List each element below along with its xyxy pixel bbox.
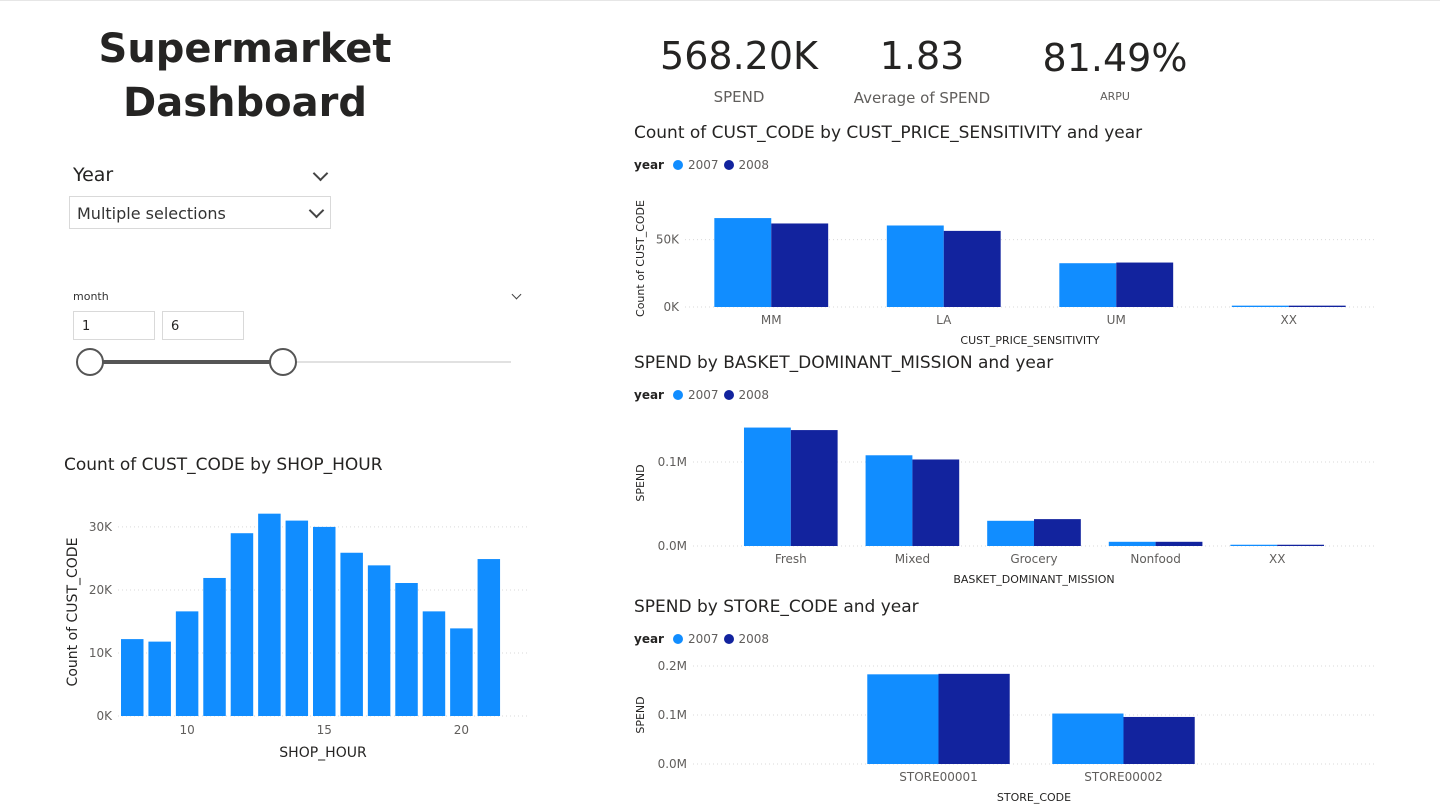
sens-bar-2007 (1059, 263, 1117, 307)
sens-bar-2007 (886, 225, 944, 307)
hour-bar (258, 513, 281, 716)
hour-x-tick-label: 10 (179, 723, 194, 737)
mission-bar-2007 (987, 520, 1034, 546)
mission-x-tick-label: Grocery (1010, 552, 1057, 566)
hour-bar (477, 559, 501, 716)
hour-bar (203, 577, 226, 716)
hour-bar (395, 583, 418, 716)
mission-y-axis-title: SPEND (634, 464, 647, 501)
hour-y-axis-title: Count of CUST_CODE (65, 538, 81, 687)
sens-x-tick-label: LA (936, 313, 952, 327)
sens-bar-2008 (1116, 262, 1174, 307)
sens-x-tick-label: UM (1107, 313, 1126, 327)
hour-bar (121, 639, 144, 716)
hour-bar (148, 641, 171, 716)
sens-bar-2008 (771, 223, 829, 307)
mission-bar-2007 (1108, 541, 1156, 546)
mission-bar-2007 (865, 455, 913, 546)
sens-bar-2008 (943, 230, 1001, 307)
hour-bar (175, 611, 199, 716)
mission-bar-2008 (1277, 544, 1325, 546)
hour-y-tick-label: 10K (89, 646, 113, 660)
mission-bar-2008 (1034, 519, 1081, 546)
hour-x-axis-title: SHOP_HOUR (279, 745, 367, 761)
hour-bar (450, 628, 473, 716)
mission-bar-2008 (912, 459, 960, 546)
store-bar-2008 (938, 673, 1010, 764)
sens-y-tick-label: 0K (663, 300, 680, 314)
mission-y-tick-label: 0.1M (658, 455, 687, 469)
store-y-tick-label: 0.0M (658, 757, 687, 771)
hour-bar (367, 565, 391, 716)
store-x-tick-label: STORE00002 (1084, 770, 1163, 784)
mission-x-axis-title: BASKET_DOMINANT_MISSION (953, 573, 1114, 586)
hour-y-tick-label: 0K (96, 709, 113, 723)
hour-bar (230, 533, 254, 716)
hour-bar (285, 520, 309, 716)
mission-y-tick-label: 0.0M (658, 539, 687, 553)
store-y-axis-title: SPEND (634, 696, 647, 733)
store-y-tick-label: 0.2M (658, 659, 687, 673)
hour-y-tick-label: 20K (89, 583, 113, 597)
mission-x-tick-label: XX (1269, 552, 1285, 566)
sens-x-axis-title: CUST_PRICE_SENSITIVITY (960, 334, 1099, 347)
sens-bar-2007 (1231, 305, 1289, 307)
mission-x-tick-label: Fresh (775, 552, 807, 566)
sens-x-tick-label: MM (761, 313, 782, 327)
sens-y-axis-title: Count of CUST_CODE (634, 200, 647, 317)
mission-x-tick-label: Mixed (895, 552, 930, 566)
mission-x-tick-label: Nonfood (1130, 552, 1180, 566)
store-x-tick-label: STORE00001 (899, 770, 978, 784)
sens-bar-2007 (714, 218, 772, 307)
hour-bar (422, 611, 446, 716)
mission-bar-2008 (1155, 541, 1203, 546)
sens-y-tick-label: 50K (656, 233, 680, 247)
store-bar-2007 (867, 674, 939, 764)
hour-x-tick-label: 20 (454, 723, 469, 737)
mission-bar-2007 (743, 427, 791, 546)
hour-bar (340, 552, 363, 716)
charts-canvas: 0K 10K 20K 30K SHOP_HOUR Count of CUST_CODE 10… (65, 200, 1375, 804)
store-x-axis-title: STORE_CODE (997, 791, 1071, 804)
sens-x-tick-label: XX (1281, 313, 1297, 327)
hour-y-tick-label: 30K (89, 520, 113, 534)
store-bar-2007 (1052, 713, 1124, 764)
store-bar-2008 (1123, 716, 1195, 764)
hour-bar (313, 526, 336, 716)
mission-bar-2007 (1230, 544, 1278, 546)
store-y-tick-label: 0.1M (658, 708, 687, 722)
mission-bar-2008 (790, 430, 838, 546)
hour-x-tick-label: 15 (317, 723, 332, 737)
sens-bar-2008 (1288, 305, 1346, 307)
